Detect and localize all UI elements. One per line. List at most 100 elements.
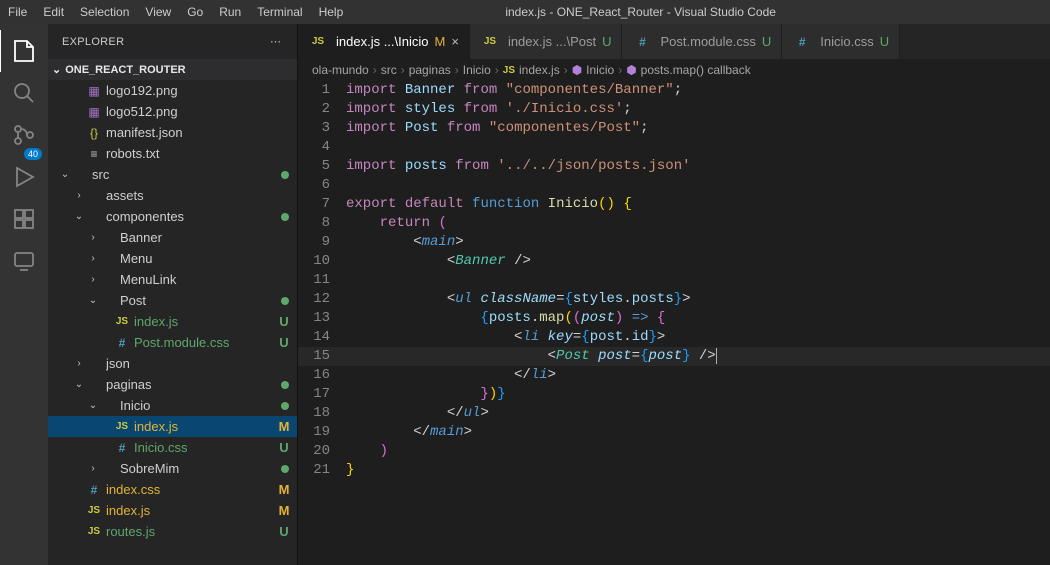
tree-item-index-js[interactable]: JSindex.jsM <box>48 416 297 437</box>
tab-inicio-css[interactable]: #Inicio.css U <box>782 24 900 59</box>
code-line[interactable]: 1import Banner from "componentes/Banner"… <box>298 81 1050 100</box>
code-line[interactable]: 17 })} <box>298 385 1050 404</box>
tree-item-inicio[interactable]: ⌄Inicio <box>48 395 297 416</box>
activity-remote[interactable] <box>0 240 48 282</box>
activity-explorer[interactable] <box>0 30 47 72</box>
activity-run[interactable] <box>0 156 48 198</box>
tree-item-json[interactable]: ›json <box>48 353 297 374</box>
project-header[interactable]: ⌄ ONE_REACT_ROUTER <box>48 59 297 80</box>
explorer-sidebar: EXPLORER ⋯ ⌄ ONE_REACT_ROUTER ▦logo192.p… <box>48 24 298 565</box>
code-line[interactable]: 7export default function Inicio() { <box>298 195 1050 214</box>
img-icon: ▦ <box>86 84 102 98</box>
git-status: U <box>277 440 291 455</box>
tab-post-module-css[interactable]: #Post.module.css U <box>622 24 782 59</box>
code-line[interactable]: 21} <box>298 461 1050 480</box>
tab-status: U <box>602 34 611 49</box>
line-number: 21 <box>298 461 346 480</box>
code-line[interactable]: 16 </li> <box>298 366 1050 385</box>
breadcrumbs: ola-mundo›src›paginas›Inicio›JS index.js… <box>298 59 1050 81</box>
code-line[interactable]: 8 return ( <box>298 214 1050 233</box>
breadcrumb-item[interactable]: posts.map() callback <box>641 63 751 77</box>
chevron-down-icon: ⌄ <box>52 63 61 76</box>
code-line[interactable]: 15 <Post post={post} /> <box>298 347 1050 366</box>
code-line[interactable]: 13 {posts.map((post) => { <box>298 309 1050 328</box>
activity-search[interactable] <box>0 72 48 114</box>
tree-item-index-js[interactable]: JSindex.jsU <box>48 311 297 332</box>
code-editor[interactable]: 1import Banner from "componentes/Banner"… <box>298 81 1050 565</box>
tab-index-js-inicio[interactable]: JSindex.js ...\Inicio M × <box>298 24 470 59</box>
tree-item-post-module-css[interactable]: #Post.module.cssU <box>48 332 297 353</box>
close-icon[interactable]: × <box>451 34 459 49</box>
menu-file[interactable]: File <box>0 5 35 19</box>
breadcrumb-item[interactable]: ola-mundo <box>312 63 369 77</box>
tree-item-routes-js[interactable]: JSroutes.jsU <box>48 521 297 542</box>
tab-index-js-post[interactable]: JSindex.js ...\Post U <box>470 24 623 59</box>
menu-terminal[interactable]: Terminal <box>249 5 310 19</box>
code-line[interactable]: 19 </main> <box>298 423 1050 442</box>
tree-item-logo192-png[interactable]: ▦logo192.png <box>48 80 297 101</box>
breadcrumb-item[interactable]: paginas <box>409 63 451 77</box>
line-number: 16 <box>298 366 346 385</box>
chevron-right-icon: › <box>88 253 98 264</box>
line-number: 4 <box>298 138 346 157</box>
code-line[interactable]: 9 <main> <box>298 233 1050 252</box>
breadcrumb-item[interactable]: src <box>381 63 397 77</box>
tree-item-menulink[interactable]: ›MenuLink <box>48 269 297 290</box>
menu-run[interactable]: Run <box>211 5 249 19</box>
code-line[interactable]: 2import styles from './Inicio.css'; <box>298 100 1050 119</box>
tree-item-src[interactable]: ⌄src <box>48 164 297 185</box>
breadcrumb-item[interactable]: index.js <box>519 63 560 77</box>
code-line[interactable]: 10 <Banner /> <box>298 252 1050 271</box>
chevron-right-icon: › <box>455 63 459 77</box>
tree-label: manifest.json <box>106 125 291 140</box>
css-icon: # <box>114 441 130 455</box>
tree-item-robots-txt[interactable]: ≡robots.txt <box>48 143 297 164</box>
tree-item-assets[interactable]: ›assets <box>48 185 297 206</box>
tree-item-inicio-css[interactable]: #Inicio.cssU <box>48 437 297 458</box>
tree-item-sobremim[interactable]: ›SobreMim <box>48 458 297 479</box>
breadcrumb-item[interactable]: Inicio <box>463 63 491 77</box>
menubar: FileEditSelectionViewGoRunTerminalHelp i… <box>0 0 1050 24</box>
json-icon: {} <box>86 126 102 140</box>
line-content: import Post from "componentes/Post"; <box>346 119 1050 138</box>
tree-item-paginas[interactable]: ⌄paginas <box>48 374 297 395</box>
menu-edit[interactable]: Edit <box>35 5 72 19</box>
tree-item-index-js[interactable]: JSindex.jsM <box>48 500 297 521</box>
tree-item-banner[interactable]: ›Banner <box>48 227 297 248</box>
tree-item-componentes[interactable]: ⌄componentes <box>48 206 297 227</box>
css-icon: # <box>114 336 130 350</box>
menu-help[interactable]: Help <box>311 5 352 19</box>
sidebar-more-icon[interactable]: ⋯ <box>270 35 283 48</box>
line-content: <main> <box>346 233 1050 252</box>
tree-item-manifest-json[interactable]: {} manifest.json <box>48 122 297 143</box>
menu-view[interactable]: View <box>137 5 179 19</box>
tree-label: index.js <box>134 419 277 434</box>
line-number: 12 <box>298 290 346 309</box>
code-line[interactable]: 3import Post from "componentes/Post"; <box>298 119 1050 138</box>
code-line[interactable]: 18 </ul> <box>298 404 1050 423</box>
tree-item-menu[interactable]: ›Menu <box>48 248 297 269</box>
tree-label: index.js <box>134 314 277 329</box>
code-line[interactable]: 14 <li key={post.id}> <box>298 328 1050 347</box>
tree-label: json <box>106 356 291 371</box>
tree-item-post[interactable]: ⌄Post <box>48 290 297 311</box>
tree-item-index-css[interactable]: #index.cssM <box>48 479 297 500</box>
line-number: 14 <box>298 328 346 347</box>
code-line[interactable]: 20 ) <box>298 442 1050 461</box>
chevron-down-icon: ⌄ <box>88 400 98 411</box>
line-content: </main> <box>346 423 1050 442</box>
tab-label: index.js ...\Inicio <box>336 34 429 49</box>
line-content <box>346 176 1050 195</box>
code-line[interactable]: 11 <box>298 271 1050 290</box>
code-line[interactable]: 6 <box>298 176 1050 195</box>
code-line[interactable]: 5import posts from '../../json/posts.jso… <box>298 157 1050 176</box>
line-number: 1 <box>298 81 346 100</box>
code-line[interactable]: 4 <box>298 138 1050 157</box>
activity-extensions[interactable] <box>0 198 48 240</box>
code-line[interactable]: 12 <ul className={styles.posts}> <box>298 290 1050 309</box>
scm-badge: 40 <box>24 148 42 160</box>
menu-selection[interactable]: Selection <box>72 5 137 19</box>
tree-item-logo512-png[interactable]: ▦logo512.png <box>48 101 297 122</box>
breadcrumb-item[interactable]: Inicio <box>586 63 614 77</box>
menu-go[interactable]: Go <box>179 5 211 19</box>
